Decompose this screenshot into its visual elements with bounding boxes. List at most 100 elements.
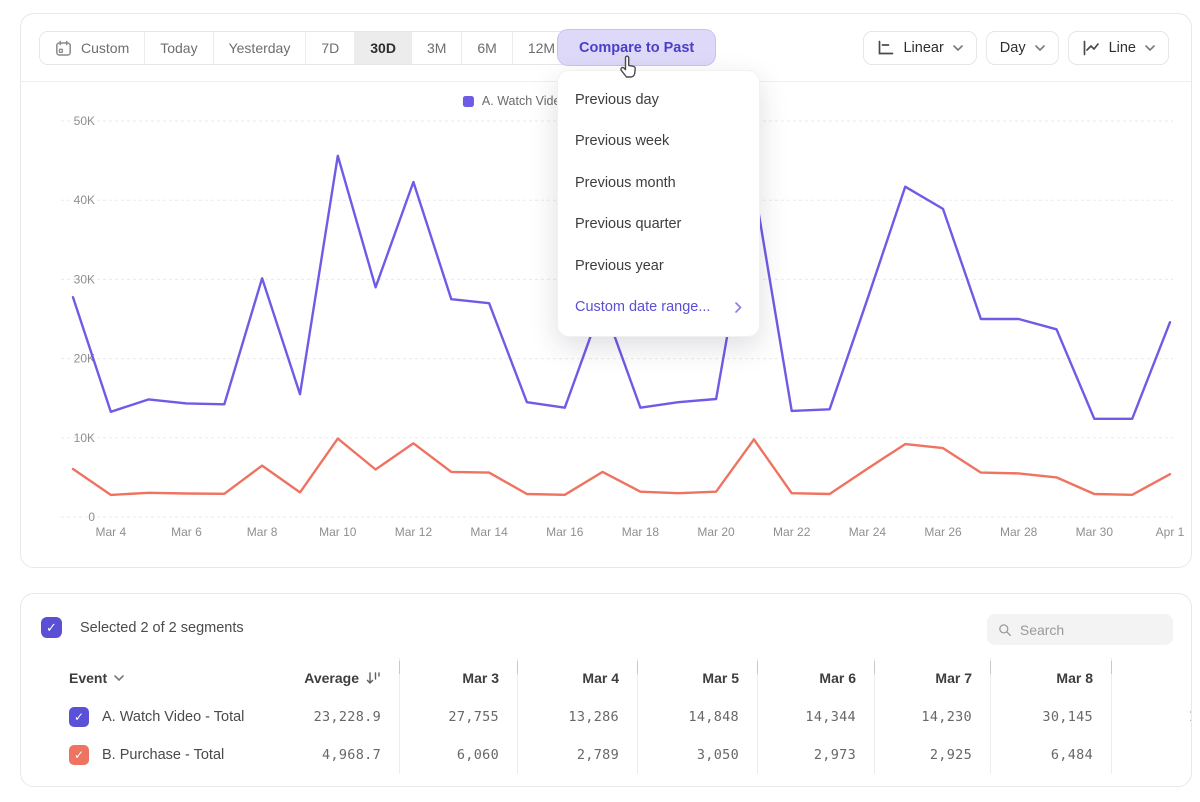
value-text: 27,755 — [448, 709, 499, 725]
column-header-m: M — [1112, 658, 1192, 698]
scale-label: Linear — [903, 40, 943, 56]
value-cell: 2,925 — [875, 736, 991, 774]
segment-cell: ✓B. Purchase - Total — [21, 736, 287, 774]
date-range-label: 12M — [528, 40, 555, 56]
scale-dropdown-button[interactable]: Linear — [863, 31, 976, 65]
value-text: 4,968.7 — [322, 747, 381, 763]
svg-text:50K: 50K — [74, 114, 95, 128]
table-header-row: Event Average Mar 3Mar 4Mar 5Mar 6Mar 7M… — [21, 658, 1192, 698]
series-a-swatch — [463, 96, 474, 107]
column-header-mar-5: Mar 5 — [638, 658, 758, 698]
date-range-label: 6M — [477, 40, 496, 56]
value-text: 30,145 — [1042, 709, 1093, 725]
svg-text:20K: 20K — [74, 352, 95, 366]
value-cell: 6,484 — [991, 736, 1112, 774]
value-text: 6,060 — [457, 747, 499, 763]
compare-to-past-button[interactable]: Compare to Past — [557, 29, 716, 66]
chevron-down-icon — [1145, 45, 1155, 51]
column-header-mar-8: Mar 8 — [991, 658, 1112, 698]
value-cell: 2,789 — [518, 736, 638, 774]
value-cell: 3, — [1112, 736, 1192, 774]
value-cell: 6,060 — [400, 736, 518, 774]
svg-text:Mar 22: Mar 22 — [773, 525, 811, 539]
menu-item-previous-year[interactable]: Previous year — [558, 245, 759, 287]
segment-checkbox[interactable]: ✓ — [69, 745, 89, 765]
svg-text:Mar 18: Mar 18 — [622, 525, 660, 539]
date-range-7d[interactable]: 7D — [305, 32, 354, 64]
svg-text:Mar 26: Mar 26 — [924, 525, 962, 539]
segment-cell: ✓A. Watch Video - Total — [21, 698, 287, 736]
column-header-label: Mar 5 — [702, 670, 739, 686]
value-text: 2,925 — [930, 747, 972, 763]
search-icon — [998, 622, 1012, 638]
value-cell: 30,145 — [991, 698, 1112, 736]
menu-item-previous-week[interactable]: Previous week — [558, 121, 759, 163]
column-header-mar-4: Mar 4 — [518, 658, 638, 698]
column-header-mar-3: Mar 3 — [400, 658, 518, 698]
column-header-label: Mar 6 — [819, 670, 856, 686]
select-all-checkbox[interactable]: ✓ — [41, 617, 62, 638]
table-row: ✓B. Purchase - Total 4,968.7 6,060 2,789 3,0… — [21, 736, 1192, 774]
date-range-label: 7D — [321, 40, 339, 56]
value-cell: 13,286 — [518, 698, 638, 736]
date-range-custom[interactable]: Custom — [40, 32, 144, 64]
segments-table: Event Average Mar 3Mar 4Mar 5Mar 6Mar 7M… — [21, 658, 1192, 774]
table-row: ✓A. Watch Video - Total 23,228.9 27,755 13,… — [21, 698, 1192, 736]
svg-text:Apr 1: Apr 1 — [1156, 525, 1185, 539]
value-cell: 4,968.7 — [287, 736, 400, 774]
segment-checkbox[interactable]: ✓ — [69, 707, 89, 727]
sort-descending-icon[interactable] — [366, 672, 381, 685]
svg-text:Mar 10: Mar 10 — [319, 525, 357, 539]
menu-item-previous-day[interactable]: Previous day — [558, 79, 759, 121]
value-cell: 14,230 — [875, 698, 991, 736]
axis-linear-icon — [877, 40, 894, 56]
value-text: 14,848 — [688, 709, 739, 725]
value-cell: 2,973 — [758, 736, 875, 774]
date-range-label: 30D — [370, 40, 396, 56]
calendar-icon — [55, 40, 72, 57]
date-range-3m[interactable]: 3M — [411, 32, 461, 64]
date-range-label: Custom — [81, 40, 129, 56]
value-text: 6,484 — [1051, 747, 1093, 763]
column-header-mar-6: Mar 6 — [758, 658, 875, 698]
chevron-down-icon — [1035, 45, 1045, 51]
date-range-today[interactable]: Today — [144, 32, 212, 64]
svg-text:Mar 16: Mar 16 — [546, 525, 584, 539]
value-cell: 14,848 — [638, 698, 758, 736]
value-text: 2,973 — [814, 747, 856, 763]
chart-type-dropdown-button[interactable]: Line — [1068, 31, 1169, 65]
value-cell: 27,755 — [400, 698, 518, 736]
chart-controls: Linear Day Line — [863, 31, 1169, 65]
svg-text:Mar 6: Mar 6 — [171, 525, 202, 539]
date-range-6m[interactable]: 6M — [461, 32, 511, 64]
interval-dropdown-button[interactable]: Day — [986, 31, 1059, 65]
column-header-label: Event — [69, 670, 124, 686]
value-cell: 3,050 — [638, 736, 758, 774]
column-header-event[interactable]: Event — [21, 658, 287, 698]
date-range-label: 3M — [427, 40, 446, 56]
date-range-yesterday[interactable]: Yesterday — [213, 32, 306, 64]
value-text: 23,228.9 — [314, 709, 381, 725]
interval-label: Day — [1000, 40, 1026, 56]
column-header-mar-7: Mar 7 — [875, 658, 991, 698]
menu-item-previous-quarter[interactable]: Previous quarter — [558, 204, 759, 246]
date-range-30d[interactable]: 30D — [354, 32, 411, 64]
segments-header: ✓ Selected 2 of 2 segments — [41, 617, 244, 638]
menu-item-previous-month[interactable]: Previous month — [558, 162, 759, 204]
search-input[interactable] — [1020, 622, 1162, 638]
value-text: 3,050 — [697, 747, 739, 763]
column-header-label: Mar 4 — [582, 670, 619, 686]
date-range-control: Custom TodayYesterday 7D 30D 3M 6M 12M — [39, 31, 571, 65]
svg-text:Mar 8: Mar 8 — [247, 525, 278, 539]
segments-card: ✓ Selected 2 of 2 segments Event Average… — [20, 593, 1192, 787]
value-cell: 15, — [1112, 698, 1192, 736]
chart-type-label: Line — [1109, 40, 1136, 56]
svg-text:30K: 30K — [74, 272, 95, 286]
menu-item-custom-date-range[interactable]: Custom date range... — [558, 287, 759, 329]
svg-text:10K: 10K — [74, 431, 95, 445]
column-header-label: Average — [304, 670, 381, 686]
value-cell: 23,228.9 — [287, 698, 400, 736]
column-header-average[interactable]: Average — [287, 658, 400, 698]
svg-text:Mar 14: Mar 14 — [470, 525, 508, 539]
value-text: 13,286 — [568, 709, 619, 725]
